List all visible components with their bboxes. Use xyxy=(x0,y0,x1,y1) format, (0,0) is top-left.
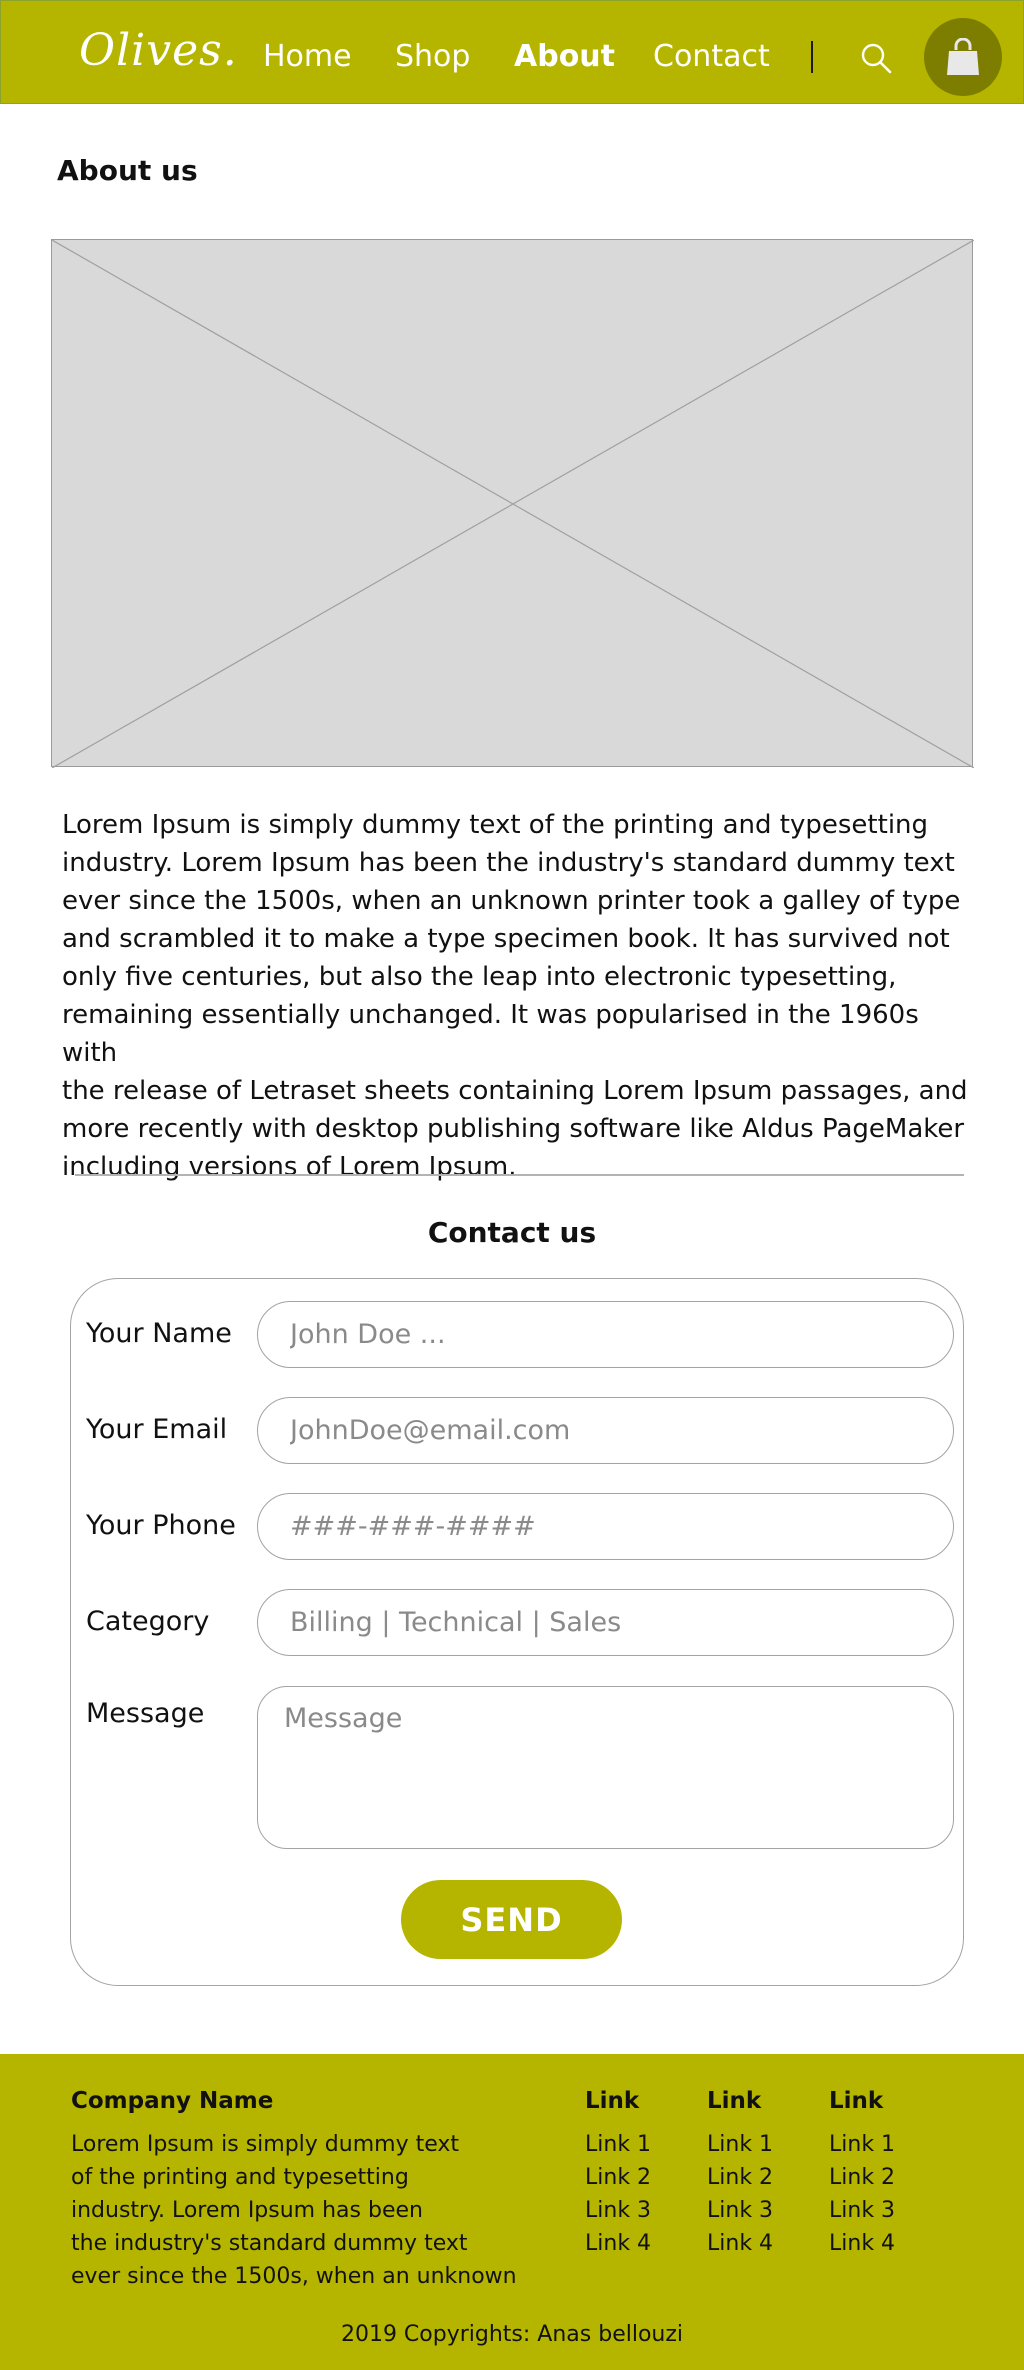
footer-link[interactable]: Link 2 xyxy=(707,2161,773,2194)
footer-company-name: Company Name xyxy=(71,2088,274,2114)
nav-link-contact[interactable]: Contact xyxy=(653,39,770,74)
footer: Company Name Lorem Ipsum is simply dummy… xyxy=(0,2054,1024,2370)
name-label: Your Name xyxy=(86,1318,232,1349)
cart-button[interactable] xyxy=(924,18,1002,96)
name-input[interactable] xyxy=(257,1301,954,1368)
footer-column-heading: Link xyxy=(707,2088,762,2114)
nav-link-shop[interactable]: Shop xyxy=(395,39,470,74)
footer-company-description: Lorem Ipsum is simply dummy text of the … xyxy=(71,2132,517,2289)
footer-link-column: Link Link 1 Link 2 Link 3 Link 4 xyxy=(585,2088,651,2260)
footer-link[interactable]: Link 4 xyxy=(829,2227,895,2260)
footer-link[interactable]: Link 1 xyxy=(585,2128,651,2161)
footer-link[interactable]: Link 2 xyxy=(585,2161,651,2194)
footer-link[interactable]: Link 4 xyxy=(707,2227,773,2260)
footer-link[interactable]: Link 1 xyxy=(707,2128,773,2161)
hero-image-placeholder xyxy=(51,239,974,768)
footer-link[interactable]: Link 2 xyxy=(829,2161,895,2194)
nav-link-home[interactable]: Home xyxy=(263,39,352,74)
footer-copyright: 2019 Copyrights: Anas bellouzi xyxy=(340,2322,684,2347)
nav-link-about[interactable]: About xyxy=(514,39,615,74)
section-divider xyxy=(75,1174,964,1176)
email-input[interactable] xyxy=(257,1397,954,1464)
phone-label: Your Phone xyxy=(86,1510,236,1541)
navbar: Olives. Home Shop About Contact xyxy=(0,0,1024,104)
nav-separator xyxy=(811,41,813,73)
about-title: About us xyxy=(57,154,198,187)
footer-link[interactable]: Link 3 xyxy=(585,2194,651,2227)
shopping-bag-icon xyxy=(947,38,979,75)
search-icon[interactable] xyxy=(859,41,893,75)
contact-title: Contact us xyxy=(427,1216,597,1249)
category-label: Category xyxy=(86,1606,210,1637)
footer-column-heading: Link xyxy=(829,2088,884,2114)
message-textarea[interactable] xyxy=(257,1686,954,1849)
footer-link-column: Link Link 1 Link 2 Link 3 Link 4 xyxy=(829,2088,895,2260)
phone-input[interactable] xyxy=(257,1493,954,1560)
email-label: Your Email xyxy=(86,1414,228,1445)
footer-link[interactable]: Link 3 xyxy=(829,2194,895,2227)
send-button[interactable]: SEND xyxy=(401,1880,622,1959)
about-text: Lorem Ipsum is simply dummy text of the … xyxy=(62,810,968,1182)
category-input[interactable] xyxy=(257,1589,954,1656)
footer-column-heading: Link xyxy=(585,2088,640,2114)
footer-link[interactable]: Link 3 xyxy=(707,2194,773,2227)
footer-link[interactable]: Link 1 xyxy=(829,2128,895,2161)
footer-link-column: Link Link 1 Link 2 Link 3 Link 4 xyxy=(707,2088,773,2260)
footer-link[interactable]: Link 4 xyxy=(585,2227,651,2260)
message-label: Message xyxy=(86,1698,205,1729)
logo[interactable]: Olives. xyxy=(79,25,238,76)
